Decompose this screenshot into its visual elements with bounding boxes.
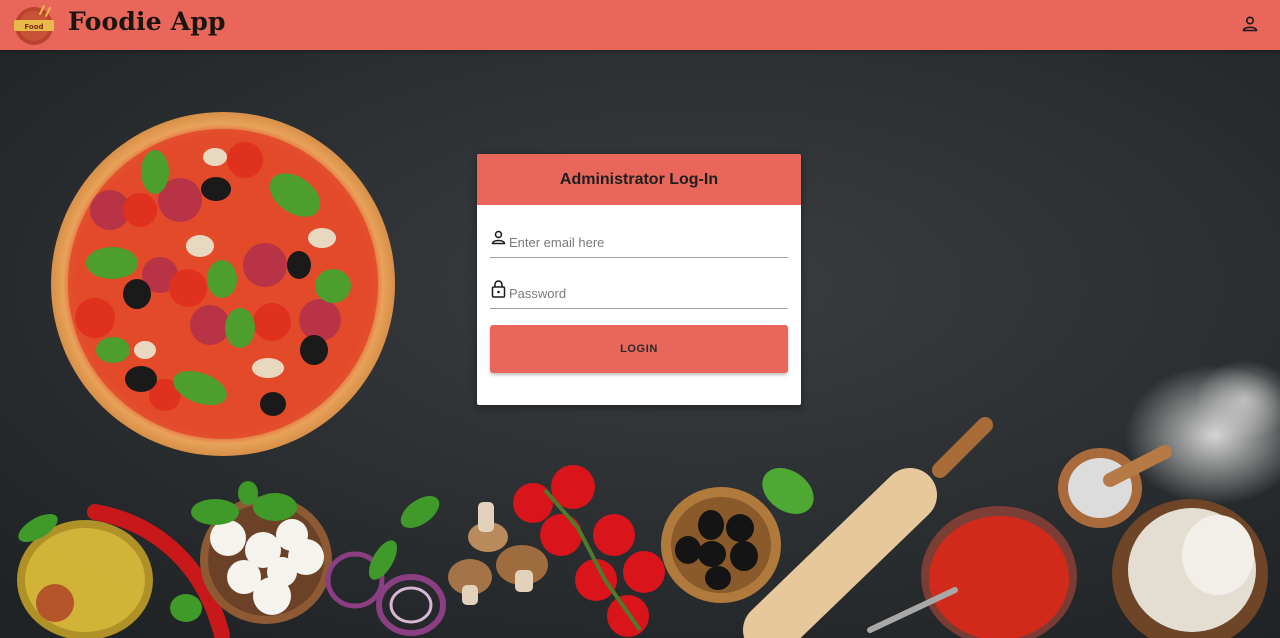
password-input[interactable] [509,284,784,302]
app-brand-name[interactable]: Foodie App [68,7,226,36]
password-field[interactable] [490,280,788,309]
person-icon[interactable] [1240,14,1260,34]
email-input[interactable] [509,233,784,251]
login-button[interactable]: LOGIN [490,325,788,373]
login-title: Administrator Log-In [477,154,801,205]
logo-text: Food [24,23,43,31]
pizza-illustration [51,112,395,456]
food-logo-icon[interactable]: Food [10,4,60,46]
login-card: Administrator Log-In LOGIN [477,154,801,405]
email-field[interactable] [490,229,788,258]
person-icon [491,230,506,245]
lock-icon [491,280,506,298]
top-app-bar: Food Foodie App [0,0,1280,50]
